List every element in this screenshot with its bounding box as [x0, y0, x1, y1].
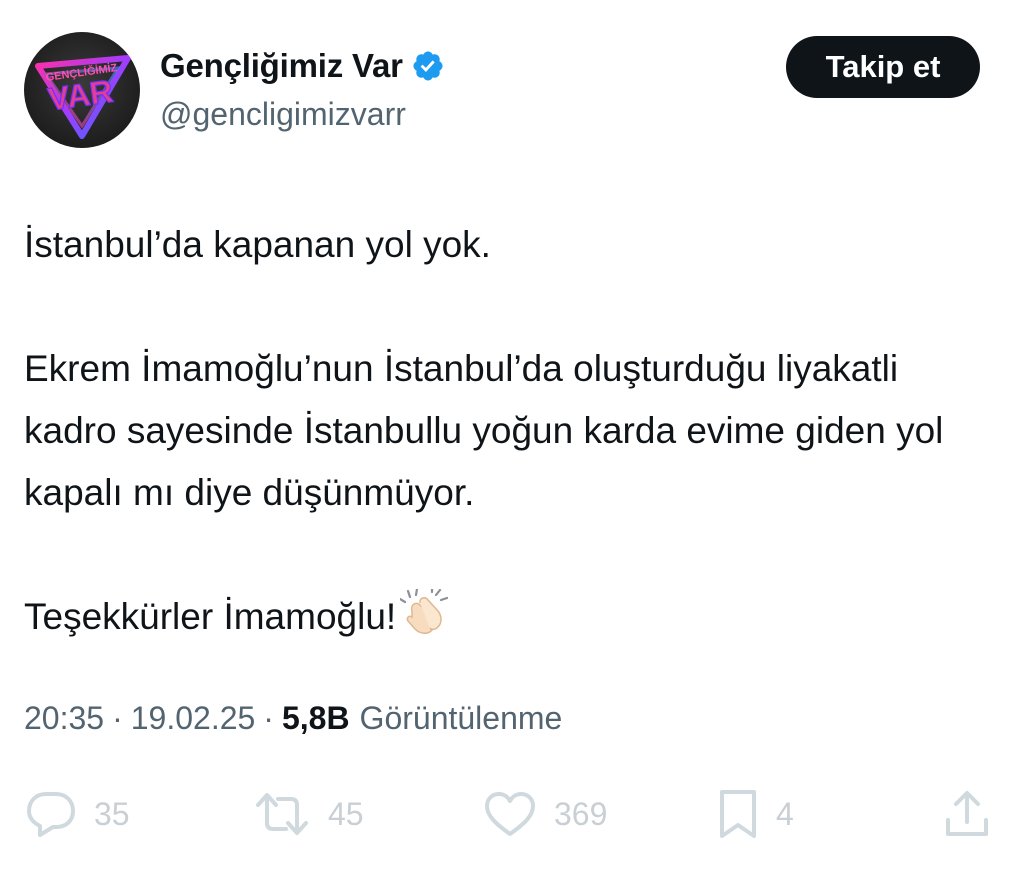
tweet-text: İstanbul’da kapanan yol yok. Ekrem İmamo… — [24, 214, 994, 654]
tweet-date[interactable]: 19.02.25 — [131, 700, 256, 737]
repost-count: 45 — [328, 795, 364, 832]
heart-icon — [484, 791, 536, 837]
action-bar: 35 45 369 4 — [0, 778, 1024, 850]
repost-button[interactable]: 45 — [254, 778, 364, 850]
follow-button[interactable]: Takip et — [786, 36, 980, 98]
views-label: Görüntülenme — [359, 700, 563, 736]
handle[interactable]: @gencligimizvarr — [160, 96, 445, 133]
like-count: 369 — [554, 795, 608, 832]
tweet-time[interactable]: 20:35 — [24, 700, 104, 737]
meta-separator: · — [112, 700, 123, 736]
share-button[interactable] — [944, 778, 990, 850]
author-identity: Gençliğimiz Var @gencligimizvarr — [160, 40, 445, 133]
avatar[interactable]: GENÇLİĞİMİZ VAR — [24, 32, 140, 148]
display-name[interactable]: Gençliğimiz Var — [160, 47, 403, 85]
genclik-var-logo-icon: GENÇLİĞİMİZ VAR — [35, 55, 131, 139]
views-count: 5,8B — [281, 700, 350, 736]
meta-separator: · — [263, 700, 274, 736]
reply-count: 35 — [94, 795, 130, 832]
reply-button[interactable]: 35 — [26, 778, 130, 850]
tweet-meta: 20:35 · 19.02.25 · 5,8B Görüntülenme — [24, 700, 562, 737]
bookmark-button[interactable]: 4 — [718, 778, 794, 850]
share-icon — [944, 790, 990, 838]
reply-icon — [26, 791, 76, 837]
tweet-line-1: İstanbul’da kapanan yol yok. — [24, 224, 491, 265]
bookmark-count: 4 — [776, 795, 794, 832]
avatar-text-main: VAR — [46, 73, 116, 118]
verified-badge-icon — [411, 49, 445, 83]
tweet-paragraph-2: Ekrem İmamoğlu’nun İstanbul’da oluşturdu… — [24, 348, 944, 513]
tweet-line-3: Teşekkürler İmamoğlu! — [24, 586, 994, 654]
clapping-hands-icon — [399, 587, 449, 654]
name-row: Gençliğimiz Var — [160, 40, 445, 92]
like-button[interactable]: 369 — [484, 778, 607, 850]
tweet-line-3-text: Teşekkürler İmamoğlu! — [24, 596, 397, 637]
bookmark-icon — [718, 789, 758, 839]
tweet-card: GENÇLİĞİMİZ VAR Gençliğimiz Var @genclig… — [0, 0, 1024, 874]
repost-icon — [254, 791, 310, 837]
